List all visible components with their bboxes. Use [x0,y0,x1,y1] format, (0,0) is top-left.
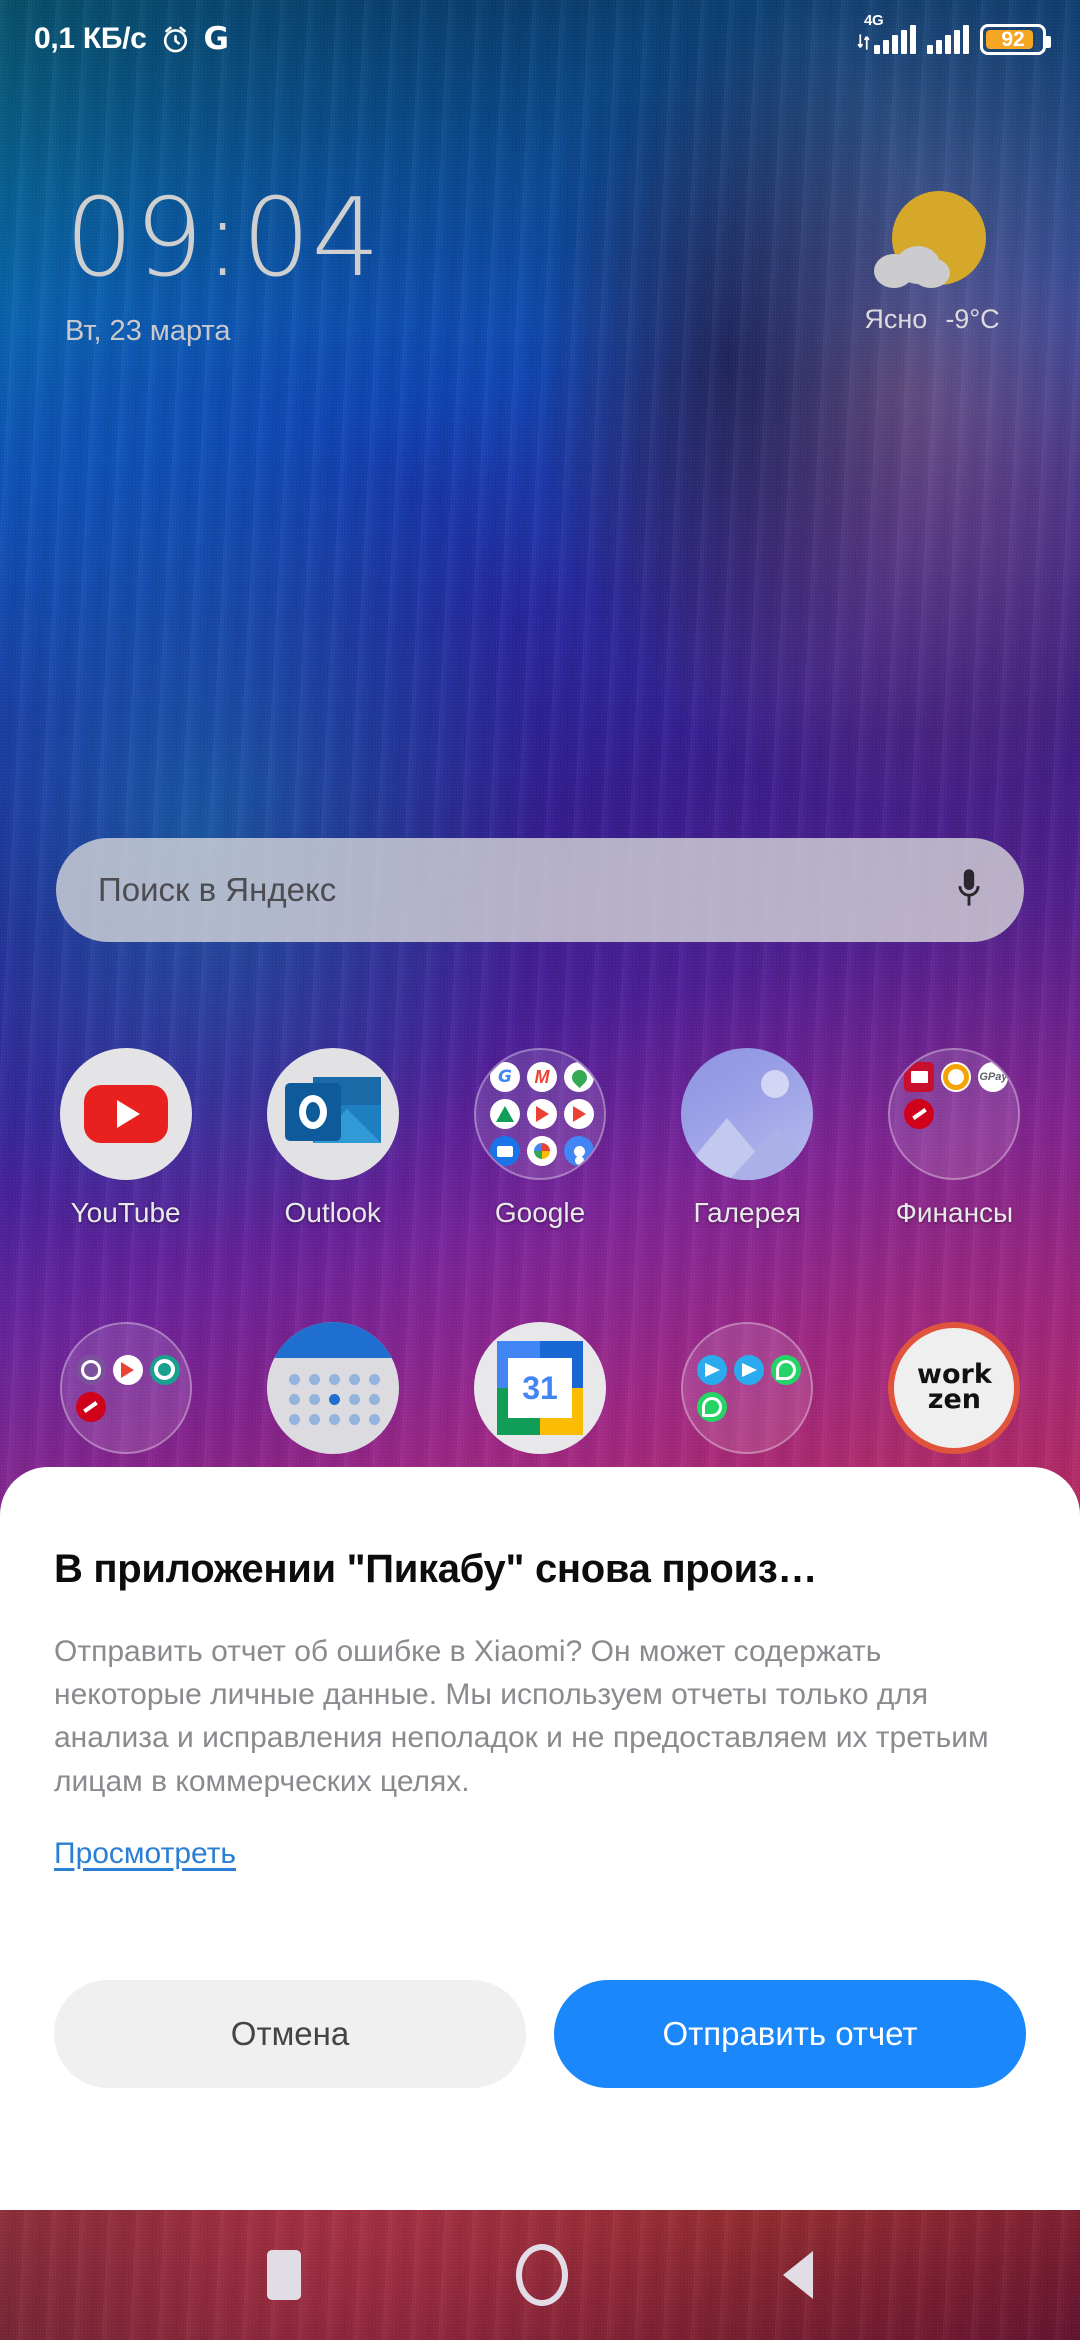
workzen-line2: zen [927,1384,982,1415]
gallery-icon[interactable] [681,1048,814,1180]
signal-icon-sim2 [927,24,969,54]
calendar-icon[interactable]: 31 [474,1322,606,1454]
app-label: Outlook [284,1197,382,1228]
tools-folder-icon[interactable] [59,1322,192,1454]
battery-icon: 92 [980,23,1051,55]
google-photos-icon [527,1136,557,1166]
send-report-button[interactable]: Отправить отчет [554,1980,1026,2088]
viber-icon [75,1354,106,1385]
google-meet-icon [490,1136,520,1166]
google-maps-icon [564,1062,594,1092]
folder-tools[interactable] [22,1322,229,1454]
weather-condition: Ясно [864,304,928,334]
clock-widget[interactable]: 09:04 Вт, 23 марта [65,185,381,348]
google-icon: G [203,20,229,57]
outlook-icon[interactable] [266,1048,399,1180]
network-type-label: 4G [864,12,884,29]
telegram-x-icon [734,1354,765,1385]
alarm-clock-icon [160,24,191,55]
contacts-icon [564,1136,594,1166]
weather-temperature: -9°C [945,304,1000,334]
cloud-shape [874,246,952,288]
back-icon[interactable] [782,2251,813,2299]
opera-icon [75,1391,106,1422]
app-row-1: YouTube Outlook G M Google Галерея GPay … [0,1048,1080,1229]
microphone-icon[interactable] [956,867,982,913]
view-report-link[interactable]: Просмотреть [54,1837,236,1871]
app-label: Финансы [895,1197,1014,1228]
navigation-bar [0,2210,1080,2340]
status-bar-left: 0,1 КБ/с G [34,22,229,56]
network-speed-text: 0,1 КБ/с [34,22,147,55]
calendar-day-number: 31 [508,1358,572,1418]
youtube-icon[interactable] [59,1048,192,1180]
google-news-icon [564,1099,594,1129]
clock-date: Вт, 23 марта [65,315,231,347]
app-label: Галерея [693,1197,801,1228]
messengers-folder-icon[interactable] [681,1322,814,1454]
phone-screen: 0,1 КБ/с G 4G 92 09:04 Вт, 23 марта Ясно… [0,0,1080,2340]
app-outlook[interactable]: Outlook [229,1048,436,1229]
search-input-placeholder[interactable]: Поиск в Яндекс [98,871,336,909]
google-pay-icon: GPay [978,1062,1009,1092]
recents-icon[interactable] [267,2250,302,2300]
weather-text: Ясно -9°C [832,304,1032,335]
dialog-title: В приложении "Пикабу" снова произ… [54,1547,818,1591]
workzen-icon[interactable]: work zen [888,1322,1021,1454]
clock-time: 09:04 [65,176,382,301]
app-gallery[interactable]: Галерея [644,1048,851,1229]
status-bar-right: 4G 92 [857,12,1051,55]
sun-behind-cloud-icon [872,188,992,298]
whatsapp-icon [697,1391,728,1422]
yandex-search-bar[interactable]: Поиск в Яндекс [56,838,1024,942]
error-report-dialog: В приложении "Пикабу" снова произ… Отпра… [0,1467,1080,2210]
telegram-icon [697,1354,728,1385]
google-drive-icon [490,1099,520,1129]
alfa-bank-icon [904,1099,935,1129]
google-folder-icon[interactable]: G [474,1048,606,1180]
google-search-icon: G [490,1062,520,1092]
calculator-icon[interactable] [266,1322,399,1454]
app-workzen[interactable]: work zen [851,1322,1058,1454]
gmail-icon [527,1062,557,1092]
settings-gear-icon [149,1354,180,1385]
finance-folder-icon[interactable]: GPay [888,1048,1021,1180]
play-store-icon [112,1354,143,1385]
qiwi-icon [941,1062,972,1092]
folder-google[interactable]: G Google [436,1048,643,1229]
app-row-2: 31 work zen [0,1322,1080,1454]
data-arrows-icon [857,30,870,54]
home-icon[interactable] [515,2244,568,2306]
signal-icon-sim1: 4G [857,12,916,54]
app-calendar[interactable]: 31 [436,1322,643,1454]
app-calculator[interactable] [229,1322,436,1454]
app-youtube[interactable]: YouTube [22,1048,229,1229]
status-bar: 0,1 КБ/с G 4G 92 [0,0,1080,78]
weather-widget[interactable]: Ясно -9°C [832,188,1032,335]
dialog-actions: Отмена Отправить отчет [54,1980,1026,2088]
pochta-bank-icon [904,1062,935,1092]
app-label: YouTube [70,1197,181,1228]
folder-finance[interactable]: GPay Финансы [851,1048,1058,1229]
whatsapp-business-icon [771,1354,802,1385]
battery-percent-text: 92 [1001,27,1025,51]
cancel-button[interactable]: Отмена [54,1980,526,2088]
play-store-icon [527,1099,557,1129]
app-label: Google [494,1197,586,1228]
folder-messengers[interactable] [644,1322,851,1454]
dialog-body-text: Отправить отчет об ошибке в Xiaomi? Он м… [54,1635,989,1798]
